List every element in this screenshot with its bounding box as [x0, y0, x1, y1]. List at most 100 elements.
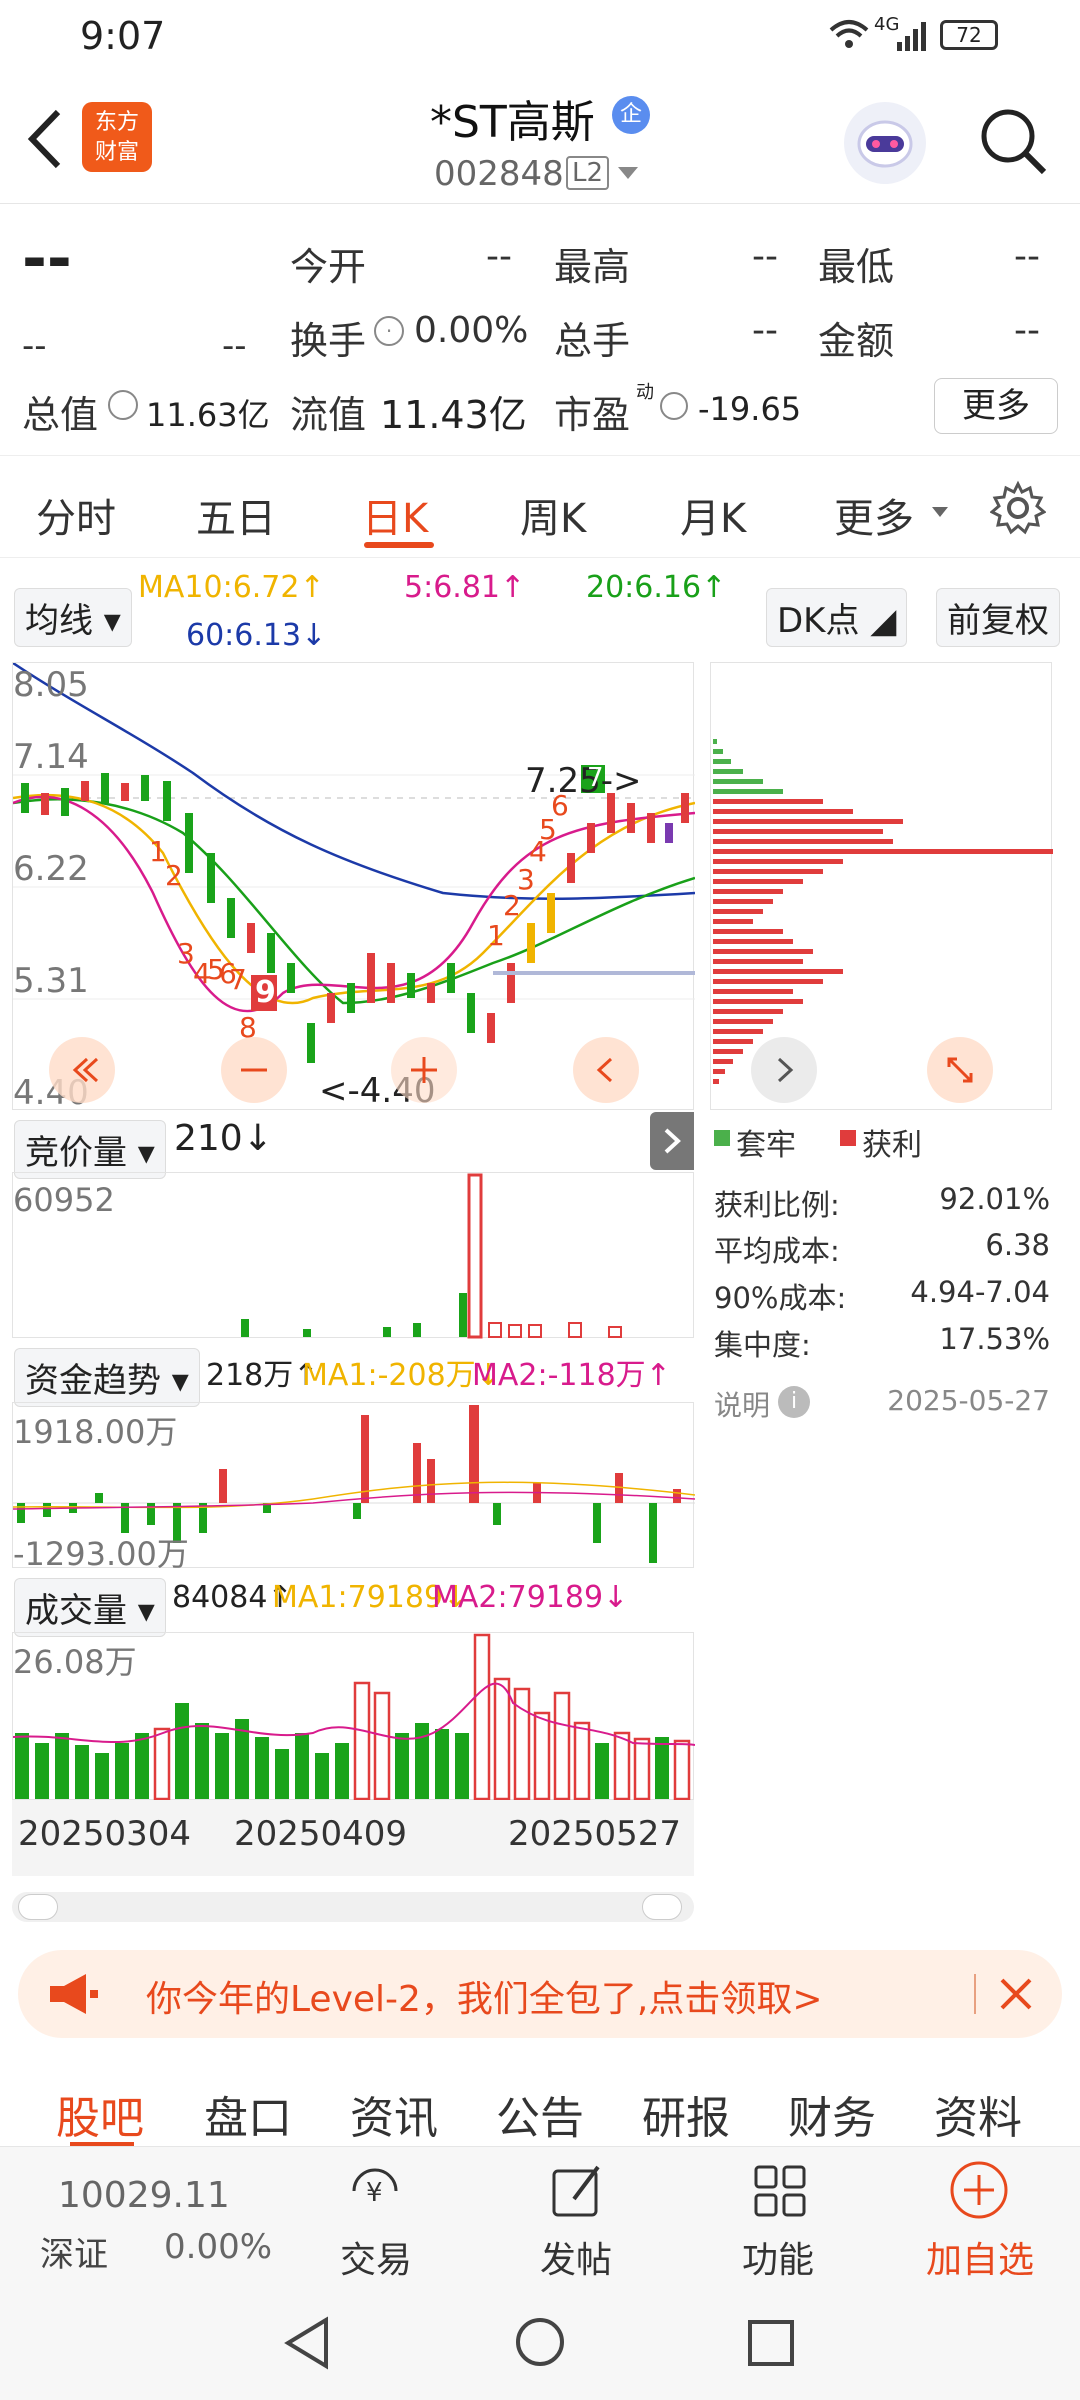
- index-value[interactable]: 10029.11: [58, 2175, 230, 2216]
- date-label-mid: 20250409: [234, 1814, 408, 1854]
- add-watchlist-icon[interactable]: [948, 2159, 1010, 2221]
- functions-grid-icon[interactable]: [750, 2161, 810, 2221]
- search-icon[interactable]: [978, 106, 1048, 176]
- seq-marker: 7: [229, 963, 247, 996]
- tab-more[interactable]: 更多: [834, 486, 914, 544]
- divider: [974, 1974, 976, 2014]
- fund-select-label: 资金趋势: [25, 1361, 161, 1401]
- fund-trend-chart[interactable]: 1918.00万 -1293.00万: [12, 1402, 696, 1573]
- open-value: --: [486, 236, 512, 277]
- volume-value: --: [752, 310, 778, 351]
- chevron-right-icon[interactable]: [751, 1037, 817, 1103]
- fund-ma1: MA1:-208万↓: [302, 1358, 501, 1393]
- scroll-left-icon[interactable]: [573, 1037, 639, 1103]
- note-link[interactable]: 说明: [714, 1384, 770, 1424]
- index-change[interactable]: 0.00%: [164, 2227, 272, 2267]
- logo-line1: 东方: [94, 110, 139, 135]
- fund-max-label: 1918.00万: [13, 1413, 178, 1451]
- scroll-to-start-icon[interactable]: [49, 1037, 115, 1103]
- back-button[interactable]: [20, 106, 70, 172]
- ma-select[interactable]: 均线 ▾: [14, 588, 132, 647]
- promo-banner[interactable]: 你今年的Level-2，我们全包了,点击领取>: [18, 1950, 1062, 2038]
- bid-volume-svg: [241, 1173, 622, 1339]
- float-value-label: 流值: [290, 393, 367, 437]
- tab-announcements[interactable]: 公告: [496, 2082, 584, 2146]
- stock-title: *ST高斯: [430, 97, 595, 148]
- system-home-icon[interactable]: [514, 2316, 566, 2368]
- amount-label: 金额: [818, 319, 895, 363]
- settings-gear-icon[interactable]: [989, 480, 1047, 536]
- system-back-icon[interactable]: [282, 2316, 332, 2370]
- zoom-out-icon[interactable]: [221, 1037, 287, 1103]
- seq-marker: 2: [165, 859, 183, 892]
- ma20-legend: 20:6.16↑: [586, 570, 727, 605]
- enterprise-badge: 企: [612, 96, 650, 134]
- info-icon[interactable]: i: [778, 1386, 810, 1418]
- expand-icon[interactable]: [927, 1037, 993, 1103]
- stat-value: 6.38: [985, 1228, 1050, 1262]
- index-name[interactable]: 深证: [40, 2227, 108, 2276]
- chip-distribution-chart[interactable]: [710, 662, 1053, 1110]
- bid-select-label: 竞价量: [25, 1133, 127, 1173]
- stat-value: 92.01%: [939, 1182, 1050, 1216]
- status-time: 9:07: [80, 14, 166, 58]
- range-scrollbar[interactable]: [12, 1892, 694, 1922]
- tab-daily-k[interactable]: 日K: [362, 486, 428, 544]
- pe-dynamic-sup: 动: [636, 382, 654, 403]
- tab-intraday[interactable]: 分时: [36, 486, 116, 544]
- range-handle-left[interactable]: [18, 1894, 58, 1920]
- volume-ma2: MA2:79189↓: [432, 1580, 629, 1615]
- info-icon[interactable]: [108, 390, 138, 420]
- status-bar: 9:07 4G 72: [0, 0, 1080, 72]
- tab-five-day[interactable]: 五日: [196, 486, 276, 544]
- low-label: 最低: [818, 245, 895, 289]
- fund-trend-select[interactable]: 资金趋势 ▾: [14, 1348, 200, 1407]
- volume-select[interactable]: 成交量 ▾: [14, 1578, 166, 1637]
- tab-monthly-k[interactable]: 月K: [680, 486, 746, 544]
- tab-profile[interactable]: 资料: [934, 2082, 1022, 2146]
- tab-pankou[interactable]: 盘口: [204, 2082, 292, 2146]
- trade-label[interactable]: 交易: [340, 2231, 412, 2283]
- high-label: 最高: [554, 245, 631, 289]
- seq-marker-highlight: 9: [255, 975, 276, 1010]
- kline-chart[interactable]: 8.05 7.14 6.22 5.31 4.40 7.25-> <-4.40 1…: [12, 661, 696, 1113]
- caret-down-icon: [932, 504, 948, 517]
- trade-icon[interactable]: ¥: [342, 2161, 408, 2221]
- profit-legend: 获利: [862, 1128, 922, 1163]
- adjust-button[interactable]: 前复权: [936, 588, 1060, 647]
- low-value: --: [1014, 236, 1040, 277]
- turnover-value: 0.00%: [414, 310, 529, 351]
- caret-down-icon[interactable]: [618, 166, 638, 180]
- app-logo[interactable]: 东方 财富: [82, 102, 152, 172]
- tab-weekly-k[interactable]: 周K: [520, 486, 586, 544]
- range-handle-right[interactable]: [642, 1894, 682, 1920]
- chip-date: 2025-05-27: [887, 1384, 1050, 1417]
- info-icon[interactable]: ·: [374, 316, 404, 346]
- functions-label[interactable]: 功能: [742, 2231, 814, 2283]
- tab-guba[interactable]: 股吧: [56, 2082, 144, 2146]
- dk-point-button[interactable]: DK点 ◢: [766, 588, 908, 647]
- level-badge[interactable]: L2: [566, 156, 610, 190]
- system-recents-icon[interactable]: [746, 2318, 796, 2368]
- zoom-in-icon[interactable]: [391, 1037, 457, 1103]
- tab-finance[interactable]: 财务: [788, 2082, 876, 2146]
- battery-icon: 72: [940, 20, 998, 50]
- volume-chart[interactable]: 26.08万: [12, 1632, 696, 1801]
- bid-volume-select[interactable]: 竞价量 ▾: [14, 1120, 166, 1179]
- svg-text:¥: ¥: [366, 2178, 383, 2208]
- close-icon[interactable]: [996, 1974, 1036, 2014]
- post-label[interactable]: 发帖: [540, 2231, 612, 2283]
- add-watchlist-label[interactable]: 加自选: [926, 2231, 1034, 2283]
- ma60-legend: 60:6.13↓: [186, 618, 327, 653]
- info-icon[interactable]: [660, 392, 688, 420]
- bid-volume-chart[interactable]: 60952: [12, 1172, 694, 1339]
- expand-panel-icon[interactable]: [650, 1112, 694, 1170]
- robot-avatar-icon[interactable]: [844, 102, 926, 184]
- dk-label: DK点: [777, 601, 860, 641]
- seq-marker: 1: [487, 919, 505, 952]
- post-edit-icon[interactable]: [548, 2161, 608, 2221]
- tab-news[interactable]: 资讯: [350, 2082, 438, 2146]
- ma5-legend: 5:6.81↑: [404, 570, 526, 605]
- more-button[interactable]: 更多: [934, 378, 1058, 434]
- tab-research[interactable]: 研报: [642, 2082, 730, 2146]
